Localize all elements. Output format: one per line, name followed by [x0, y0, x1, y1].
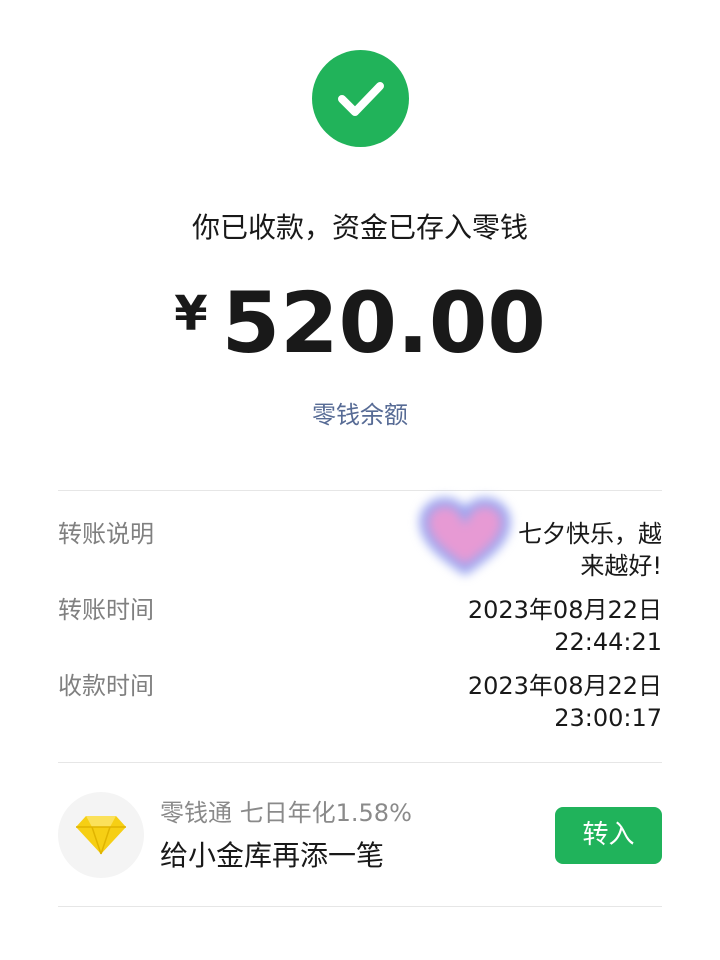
divider-bottom	[58, 906, 662, 907]
receive-time-date: 2023年08月22日	[467, 672, 662, 700]
transfer-note-value-line1: 七夕快乐，越	[518, 520, 662, 548]
receive-time-label: 收款时间	[58, 672, 154, 700]
divider-middle	[58, 762, 662, 763]
amount-value: 520.00	[221, 274, 546, 372]
currency-symbol: ¥	[174, 286, 208, 342]
divider-top	[58, 490, 662, 491]
promo-icon-container	[58, 792, 144, 878]
transfer-time-date: 2023年08月22日	[467, 596, 662, 624]
promo-title: 给小金库再添一笔	[160, 839, 385, 872]
success-status-icon	[312, 50, 409, 147]
promo-subtitle: 零钱通 七日年化1.58%	[160, 799, 412, 827]
status-message: 你已收款，资金已存入零钱	[191, 211, 528, 244]
receive-time-clock: 23:00:17	[554, 704, 662, 732]
transfer-note-value-line2: 来越好!	[580, 552, 662, 580]
transfer-in-button[interactable]: 转入	[555, 807, 662, 864]
transfer-time-clock: 22:44:21	[554, 628, 662, 656]
transfer-time-label: 转账时间	[58, 596, 154, 624]
transfer-note-label: 转账说明	[58, 520, 154, 548]
amount-display: ¥520.00	[0, 280, 720, 366]
diamond-icon	[76, 816, 126, 855]
checkmark-icon	[338, 82, 384, 116]
balance-link[interactable]: 零钱余额	[0, 398, 720, 432]
